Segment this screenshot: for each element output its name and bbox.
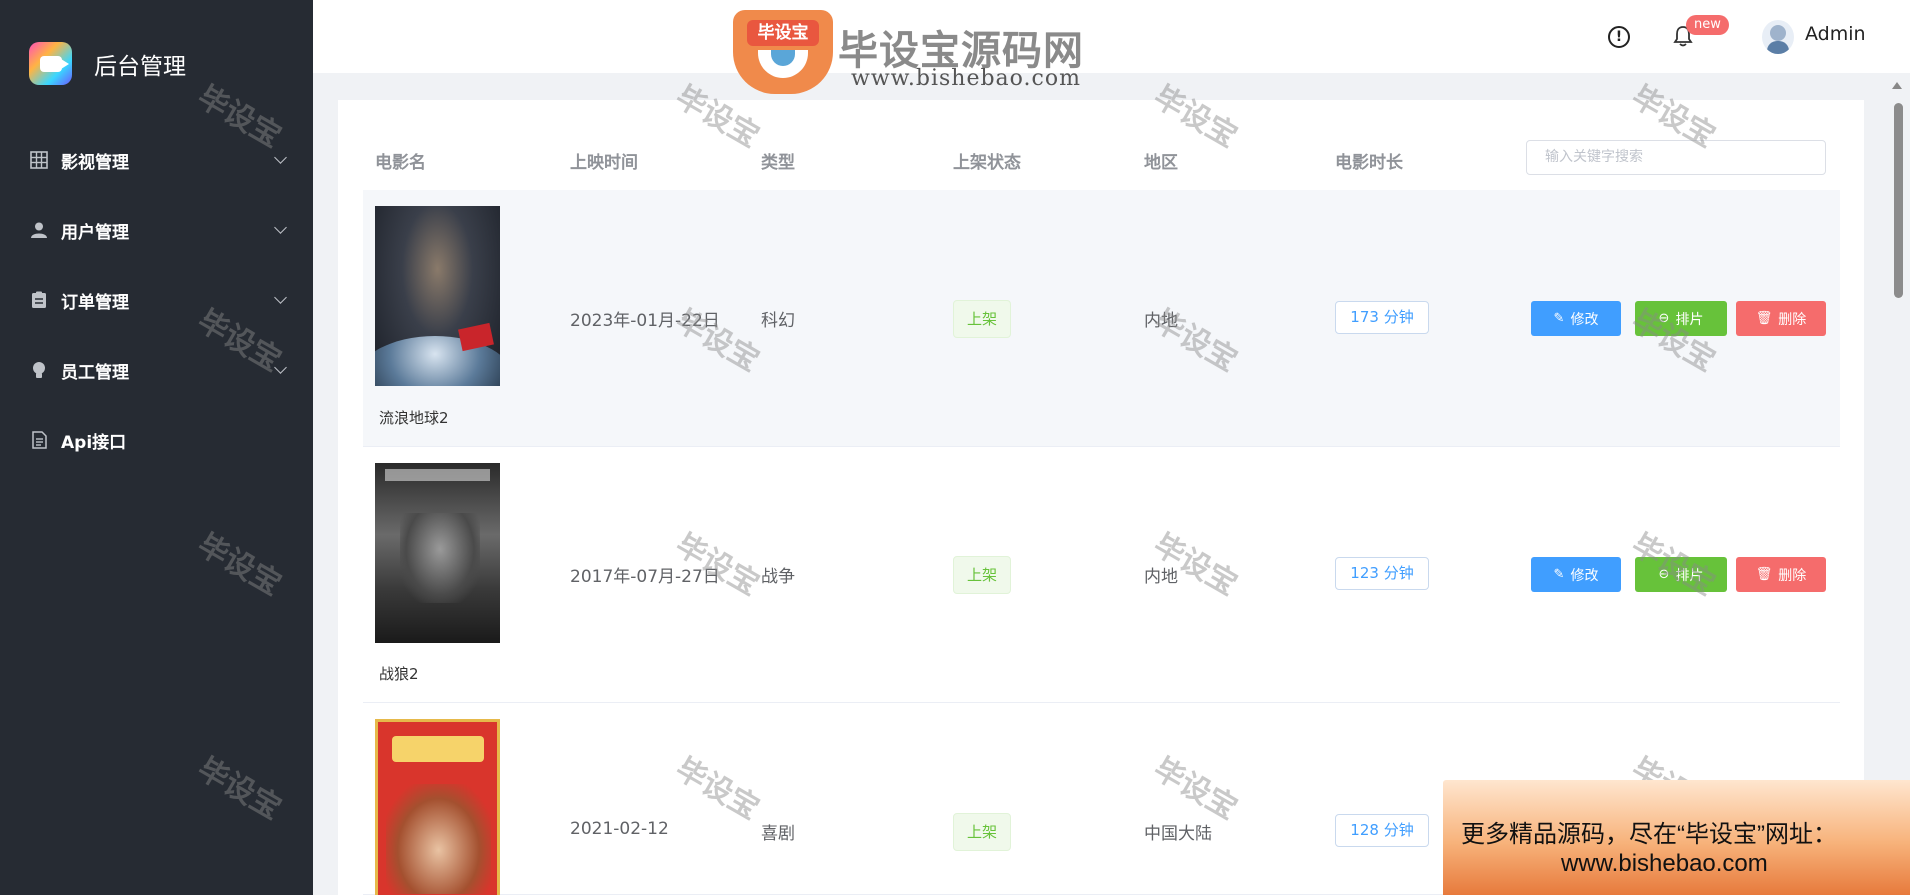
sidebar-item-label: 用户管理 <box>61 222 129 243</box>
sidebar-item-staff[interactable]: 员工管理 <box>0 335 313 405</box>
edit-button[interactable]: ✎ 修改 <box>1531 301 1621 336</box>
sidebar-menu: 影视管理 用户管理 订单管理 员工管理 Api接口 <box>0 125 313 475</box>
duration-badge: 128 分钟 <box>1335 814 1429 847</box>
search-input[interactable]: 输入关键字搜索 <box>1526 140 1826 175</box>
brand: 后台管理 <box>29 42 186 85</box>
sidebar-item-users[interactable]: 用户管理 <box>0 195 313 265</box>
chevron-down-icon <box>274 291 287 304</box>
edit-button[interactable]: ✎ 修改 <box>1531 557 1621 592</box>
scroll-up-arrow[interactable] <box>1892 82 1902 89</box>
scrollbar-thumb[interactable] <box>1894 103 1903 298</box>
lightbulb-icon <box>30 361 48 379</box>
promo-banner[interactable]: 更多精品源码，尽在“毕设宝”网址： www.bishebao.com <box>1443 780 1910 895</box>
movie-name: 流浪地球2 <box>379 409 449 427</box>
movie-name: 战狼2 <box>379 665 419 683</box>
clipboard-icon <box>30 291 48 309</box>
sidebar-item-api[interactable]: Api接口 <box>0 405 313 475</box>
pencil-icon: ✎ <box>1553 567 1565 582</box>
sidebar-item-label: Api接口 <box>61 432 127 453</box>
status-badge: 上架 <box>953 300 1011 338</box>
genre: 喜剧 <box>761 824 795 844</box>
duration-badge: 173 分钟 <box>1335 301 1429 334</box>
region: 内地 <box>1144 311 1178 331</box>
user-name[interactable]: Admin <box>1805 23 1866 45</box>
column-header: 电影时长 <box>1335 153 1403 173</box>
delete-button[interactable]: 🗑 删除 <box>1736 557 1826 592</box>
column-header: 上映时间 <box>570 153 638 173</box>
app-logo-icon <box>29 42 72 85</box>
column-header: 电影名 <box>375 153 426 173</box>
release-date: 2023年-01月-22日 <box>570 311 720 331</box>
trash-icon: 🗑 <box>1755 311 1773 326</box>
column-header: 上架状态 <box>953 153 1021 173</box>
notification-badge: new <box>1686 15 1729 35</box>
status-badge: 上架 <box>953 813 1011 851</box>
sidebar-item-label: 订单管理 <box>61 292 129 313</box>
duration-badge: 123 分钟 <box>1335 557 1429 590</box>
watermark-logo: 毕设宝 毕设宝源码网 www.bishebao.com <box>733 8 1105 96</box>
genre: 科幻 <box>761 311 795 331</box>
trash-icon: 🗑 <box>1755 567 1773 582</box>
top-header <box>313 0 1910 73</box>
table-row: 战狼2 2017年-07月-27日 战争 上架 内地 123 分钟 ✎ 修改 ⊖ 排… <box>363 447 1840 703</box>
grid-icon <box>30 151 48 169</box>
genre: 战争 <box>761 567 795 587</box>
logo-badge-text: 毕设宝 <box>747 20 819 46</box>
user-icon <box>30 221 48 239</box>
minus-circle-icon: ⊖ <box>1658 311 1670 326</box>
minus-circle-icon: ⊖ <box>1658 567 1670 582</box>
help-icon[interactable]: ! <box>1608 26 1630 48</box>
status-badge: 上架 <box>953 556 1011 594</box>
release-date: 2021-02-12 <box>570 819 669 839</box>
release-date: 2017年-07月-27日 <box>570 567 720 587</box>
app-title: 后台管理 <box>94 53 186 80</box>
movie-poster <box>375 206 500 386</box>
column-header: 类型 <box>761 153 795 173</box>
document-icon <box>30 431 48 449</box>
pencil-icon: ✎ <box>1553 311 1565 326</box>
region: 内地 <box>1144 567 1178 587</box>
sidebar: 后台管理 影视管理 用户管理 订单管理 员工管理 Api接口 <box>0 0 313 895</box>
sidebar-item-orders[interactable]: 订单管理 <box>0 265 313 335</box>
movie-poster <box>375 719 500 895</box>
promo-text: 更多精品源码，尽在“毕设宝”网址： <box>1461 821 1837 848</box>
schedule-button[interactable]: ⊖ 排片 <box>1635 557 1727 592</box>
sidebar-item-label: 影视管理 <box>61 152 129 173</box>
delete-button[interactable]: 🗑 删除 <box>1736 301 1826 336</box>
avatar[interactable] <box>1762 20 1794 54</box>
table-row: 流浪地球2 2023年-01月-22日 科幻 上架 内地 173 分钟 ✎ 修改 … <box>363 190 1840 447</box>
column-header: 地区 <box>1144 153 1178 173</box>
chevron-down-icon <box>274 361 287 374</box>
promo-url[interactable]: www.bishebao.com <box>1561 850 1768 878</box>
bag-logo-icon: 毕设宝 <box>733 10 833 94</box>
chevron-down-icon <box>274 221 287 234</box>
sidebar-item-movies[interactable]: 影视管理 <box>0 125 313 195</box>
sidebar-item-label: 员工管理 <box>61 362 129 383</box>
movie-poster <box>375 463 500 643</box>
chevron-down-icon <box>274 151 287 164</box>
watermark-url: www.bishebao.com <box>851 66 1081 91</box>
schedule-button[interactable]: ⊖ 排片 <box>1635 301 1727 336</box>
region: 中国大陆 <box>1144 824 1212 844</box>
